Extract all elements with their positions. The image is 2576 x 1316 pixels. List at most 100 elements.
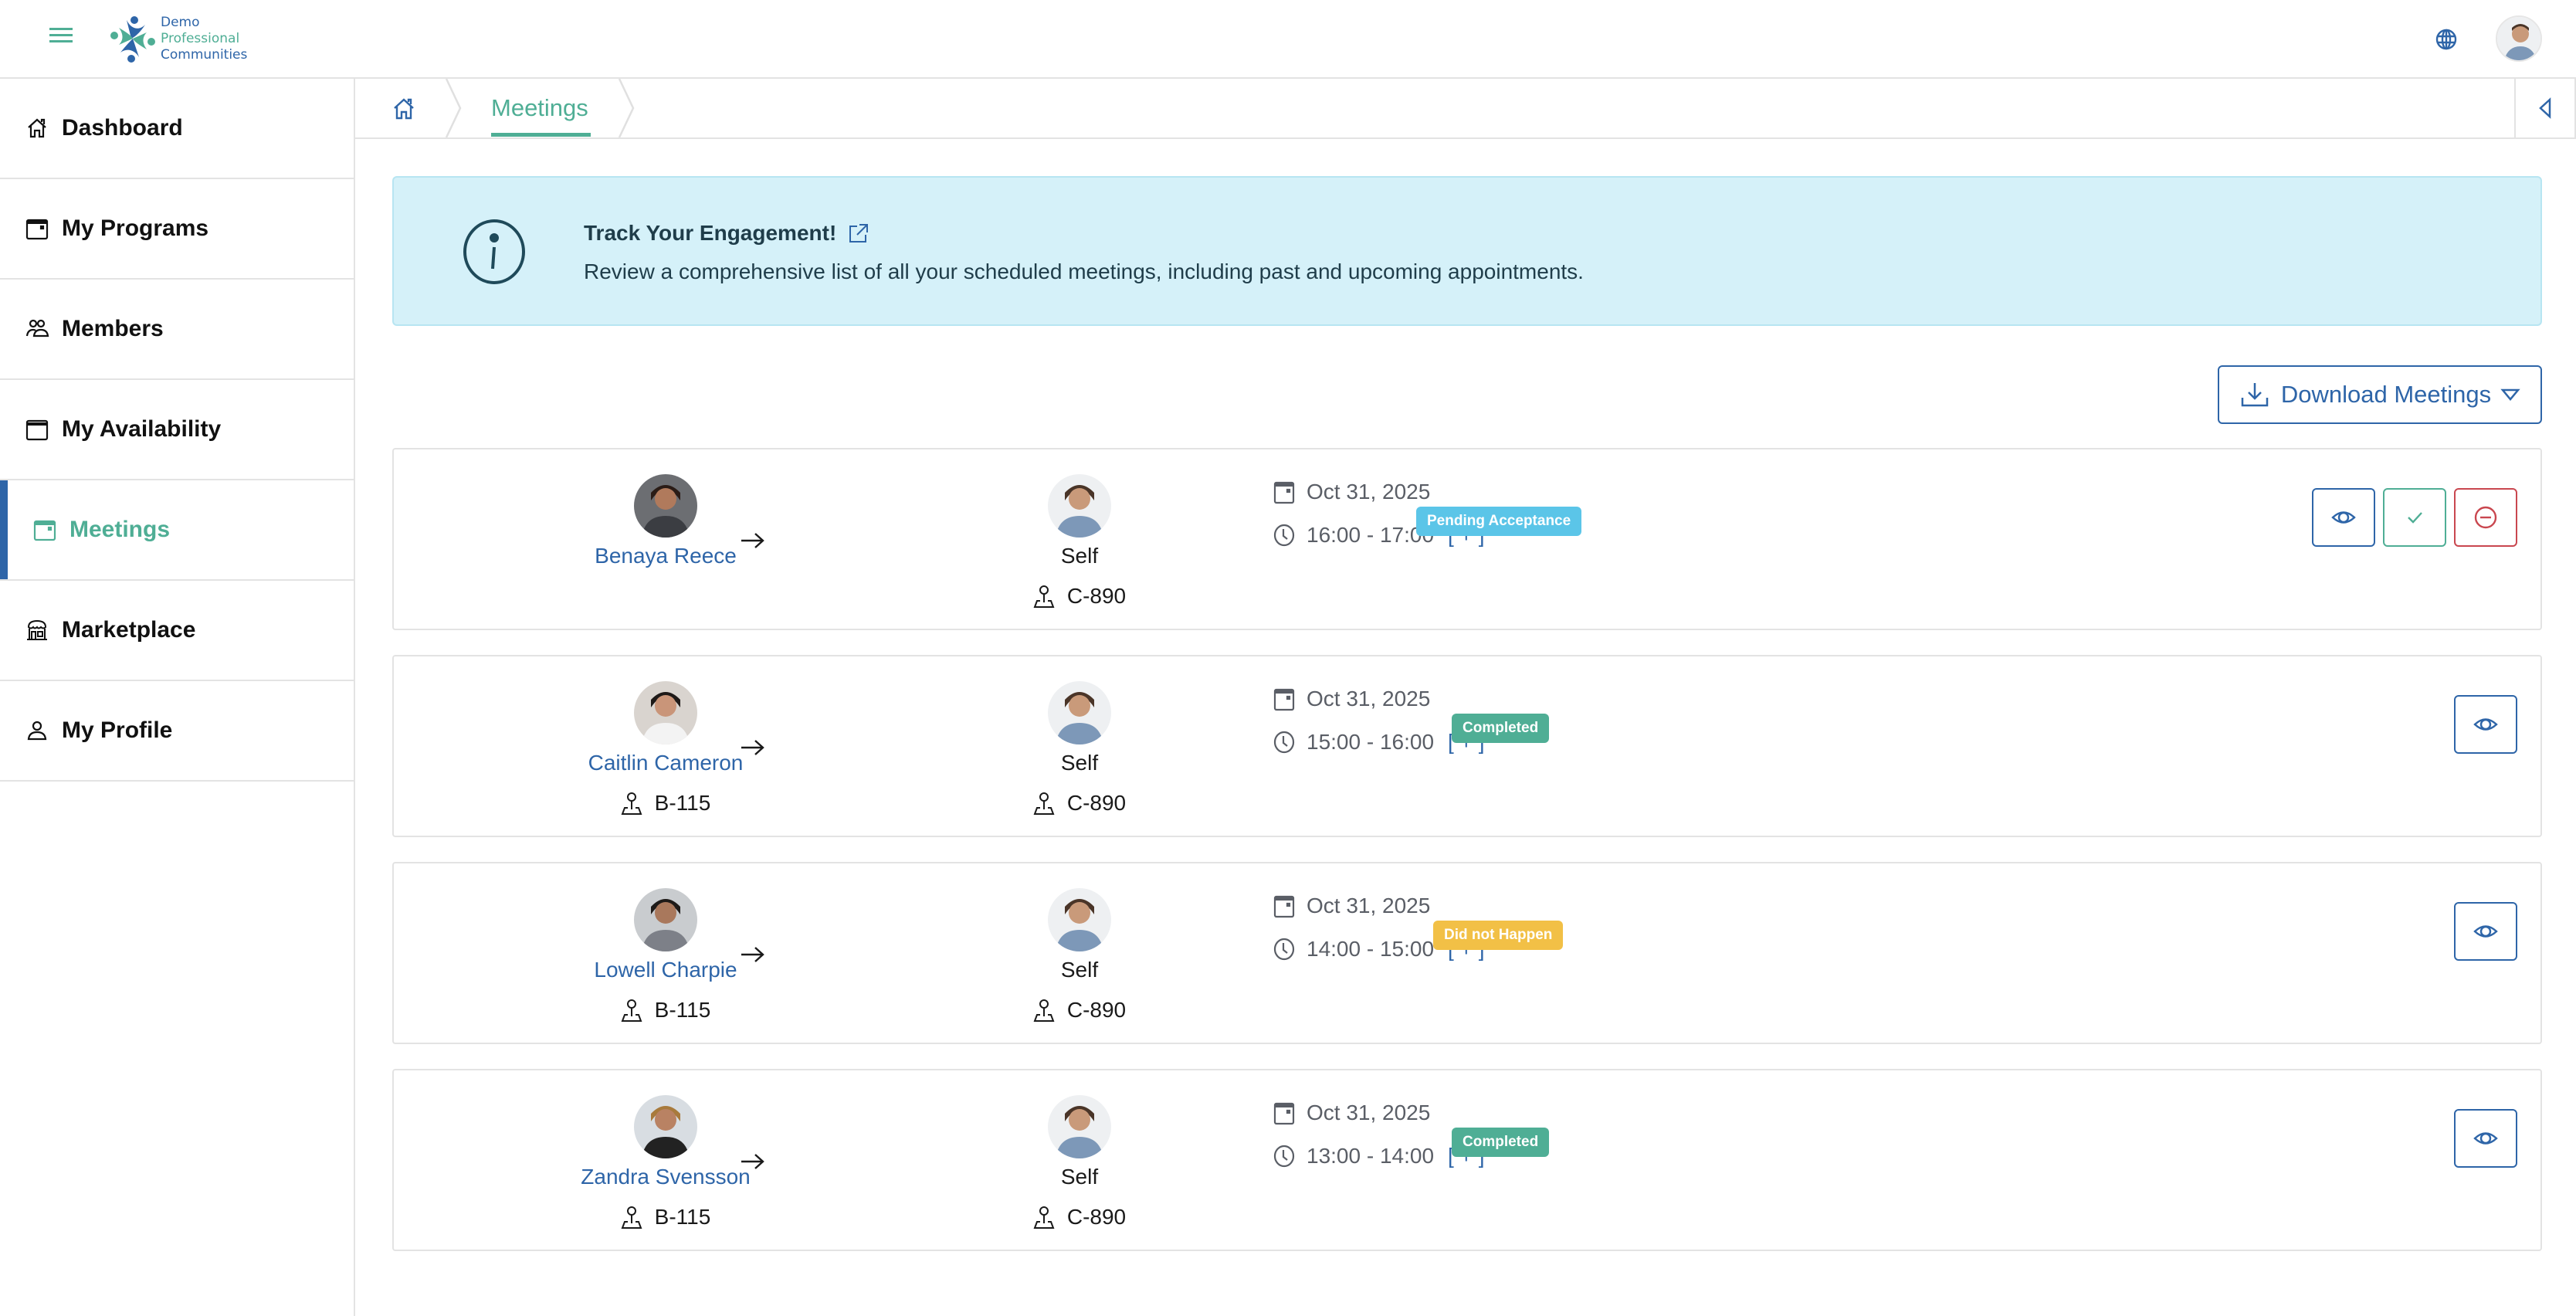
status-badge: Completed <box>1452 714 1550 743</box>
breadcrumb: Meetings <box>355 79 2576 139</box>
caret-down-icon <box>2500 388 2520 401</box>
recipient-room: C-890 <box>964 1205 1195 1230</box>
banner-title: Track Your Engagement! <box>584 221 870 246</box>
app-logo[interactable]: Demo Professional Communities <box>108 11 247 66</box>
meeting-time: 16:00 - 17:00 <box>1307 523 1435 547</box>
store-icon <box>27 619 47 640</box>
eye-icon <box>2473 718 2498 731</box>
breadcrumb-separator <box>618 79 635 137</box>
logo-text: Demo Professional Communities <box>161 15 247 63</box>
meeting-time: 15:00 - 16:00 <box>1307 730 1435 754</box>
breadcrumb-active-underline <box>491 133 591 137</box>
recipient-name: Self <box>1060 1165 1099 1189</box>
sidebar-item-my-programs[interactable]: My Programs <box>0 179 354 280</box>
requester-room-code: B-115 <box>654 998 711 1022</box>
recipient: Self C-890 <box>964 1095 1195 1230</box>
calendar-icon <box>1273 481 1295 504</box>
download-meetings-button[interactable]: Download Meetings <box>2218 365 2542 424</box>
recipient-room-code: C-890 <box>1066 1205 1127 1229</box>
arrow-right-icon <box>741 947 764 962</box>
logo-mark-icon <box>110 16 155 63</box>
sidebar-item-label: My Availability <box>62 416 222 442</box>
meeting-card: Lowell Charpie B-115 Self C-890 Oct 31, … <box>392 862 2542 1044</box>
eye-icon <box>2331 511 2356 524</box>
recipient: Self C-890 <box>964 474 1195 609</box>
requester-avatar-image <box>634 681 697 744</box>
view-meeting-button[interactable] <box>2454 695 2517 754</box>
home-icon[interactable] <box>391 96 417 122</box>
hamburger-menu-icon[interactable] <box>49 28 73 48</box>
meeting-actions <box>2312 488 2517 547</box>
accept-meeting-button[interactable] <box>2383 488 2446 547</box>
arrow-right-icon <box>741 1154 764 1169</box>
sidebar-item-label: My Profile <box>62 717 173 743</box>
recipient: Self C-890 <box>964 888 1195 1023</box>
breadcrumb-meetings[interactable]: Meetings <box>491 94 588 122</box>
clock-icon <box>1273 1145 1295 1168</box>
users-icon <box>25 319 49 337</box>
calendar-icon <box>25 219 49 240</box>
external-link-icon[interactable] <box>847 222 870 245</box>
meeting-date-row: Oct 31, 2025 <box>1273 480 1485 504</box>
globe-icon[interactable] <box>2435 28 2458 51</box>
logo-line-1: Demo <box>161 14 200 30</box>
home-icon <box>28 118 46 138</box>
recipient-room: C-890 <box>964 998 1195 1023</box>
location-pin-icon <box>1033 999 1055 1022</box>
sidebar: Dashboard My Programs Members My Availab… <box>0 79 355 1316</box>
requester-avatar[interactable] <box>634 474 697 538</box>
recipient-room: C-890 <box>964 791 1195 816</box>
meeting-date-row: Oct 31, 2025 <box>1273 687 1485 711</box>
view-meeting-button[interactable] <box>2454 902 2517 961</box>
requester-avatar-image <box>634 474 697 538</box>
meeting-card: Benaya Reece Self C-890 Oct 31, 2025 16:… <box>392 448 2542 630</box>
collapse-panel-button[interactable] <box>2514 79 2576 137</box>
sidebar-item-my-profile[interactable]: My Profile <box>0 681 354 782</box>
recipient-name: Self <box>1060 751 1099 775</box>
requester-avatar[interactable] <box>634 888 697 951</box>
recipient-name: Self <box>1060 958 1099 982</box>
recipient-room-code: C-890 <box>1066 998 1127 1022</box>
location-pin-icon <box>621 999 642 1022</box>
download-meetings-label: Download Meetings <box>2280 381 2492 408</box>
sidebar-item-members[interactable]: Members <box>0 280 354 380</box>
recipient-avatar-image <box>1048 1095 1111 1158</box>
meeting-actions <box>2454 695 2517 754</box>
location-pin-icon <box>1033 585 1055 608</box>
location-pin-icon <box>1033 1206 1055 1229</box>
recipient-avatar <box>1048 474 1111 538</box>
decline-meeting-button[interactable] <box>2454 488 2517 547</box>
meeting-date-row: Oct 31, 2025 <box>1273 894 1485 918</box>
status-badge: Pending Acceptance <box>1416 507 1582 536</box>
sidebar-item-my-availability[interactable]: My Availability <box>0 380 354 480</box>
triangle-left-icon <box>2539 97 2551 119</box>
sidebar-item-meetings[interactable]: Meetings <box>0 480 354 581</box>
arrow-right-icon <box>741 533 764 548</box>
recipient-room-code: C-890 <box>1066 791 1127 815</box>
clock-icon <box>1273 524 1295 547</box>
user-avatar[interactable] <box>2496 15 2542 62</box>
view-meeting-button[interactable] <box>2312 488 2375 547</box>
breadcrumb-separator <box>445 79 462 137</box>
recipient-name: Self <box>1060 544 1099 568</box>
eye-icon <box>2473 1132 2498 1145</box>
meeting-actions <box>2454 902 2517 961</box>
recipient-avatar-image <box>1048 474 1111 538</box>
status-badge: Completed <box>1452 1128 1550 1157</box>
avatar-image <box>2497 17 2540 60</box>
view-meeting-button[interactable] <box>2454 1109 2517 1168</box>
calendar-icon <box>1273 688 1295 711</box>
top-header: Demo Professional Communities <box>0 0 2576 79</box>
download-icon <box>2241 383 2269 407</box>
recipient-avatar <box>1048 681 1111 744</box>
banner-description: Review a comprehensive list of all your … <box>584 259 1584 283</box>
requester-room: B-115 <box>550 1205 781 1230</box>
requester-avatar[interactable] <box>634 1095 697 1158</box>
calendar-blank-icon <box>25 419 49 441</box>
check-icon <box>2408 512 2422 524</box>
sidebar-item-dashboard[interactable]: Dashboard <box>0 79 354 179</box>
sidebar-item-label: Meetings <box>69 517 171 542</box>
requester-avatar[interactable] <box>634 681 697 744</box>
meeting-date: Oct 31, 2025 <box>1307 1101 1431 1124</box>
sidebar-item-marketplace[interactable]: Marketplace <box>0 581 354 681</box>
